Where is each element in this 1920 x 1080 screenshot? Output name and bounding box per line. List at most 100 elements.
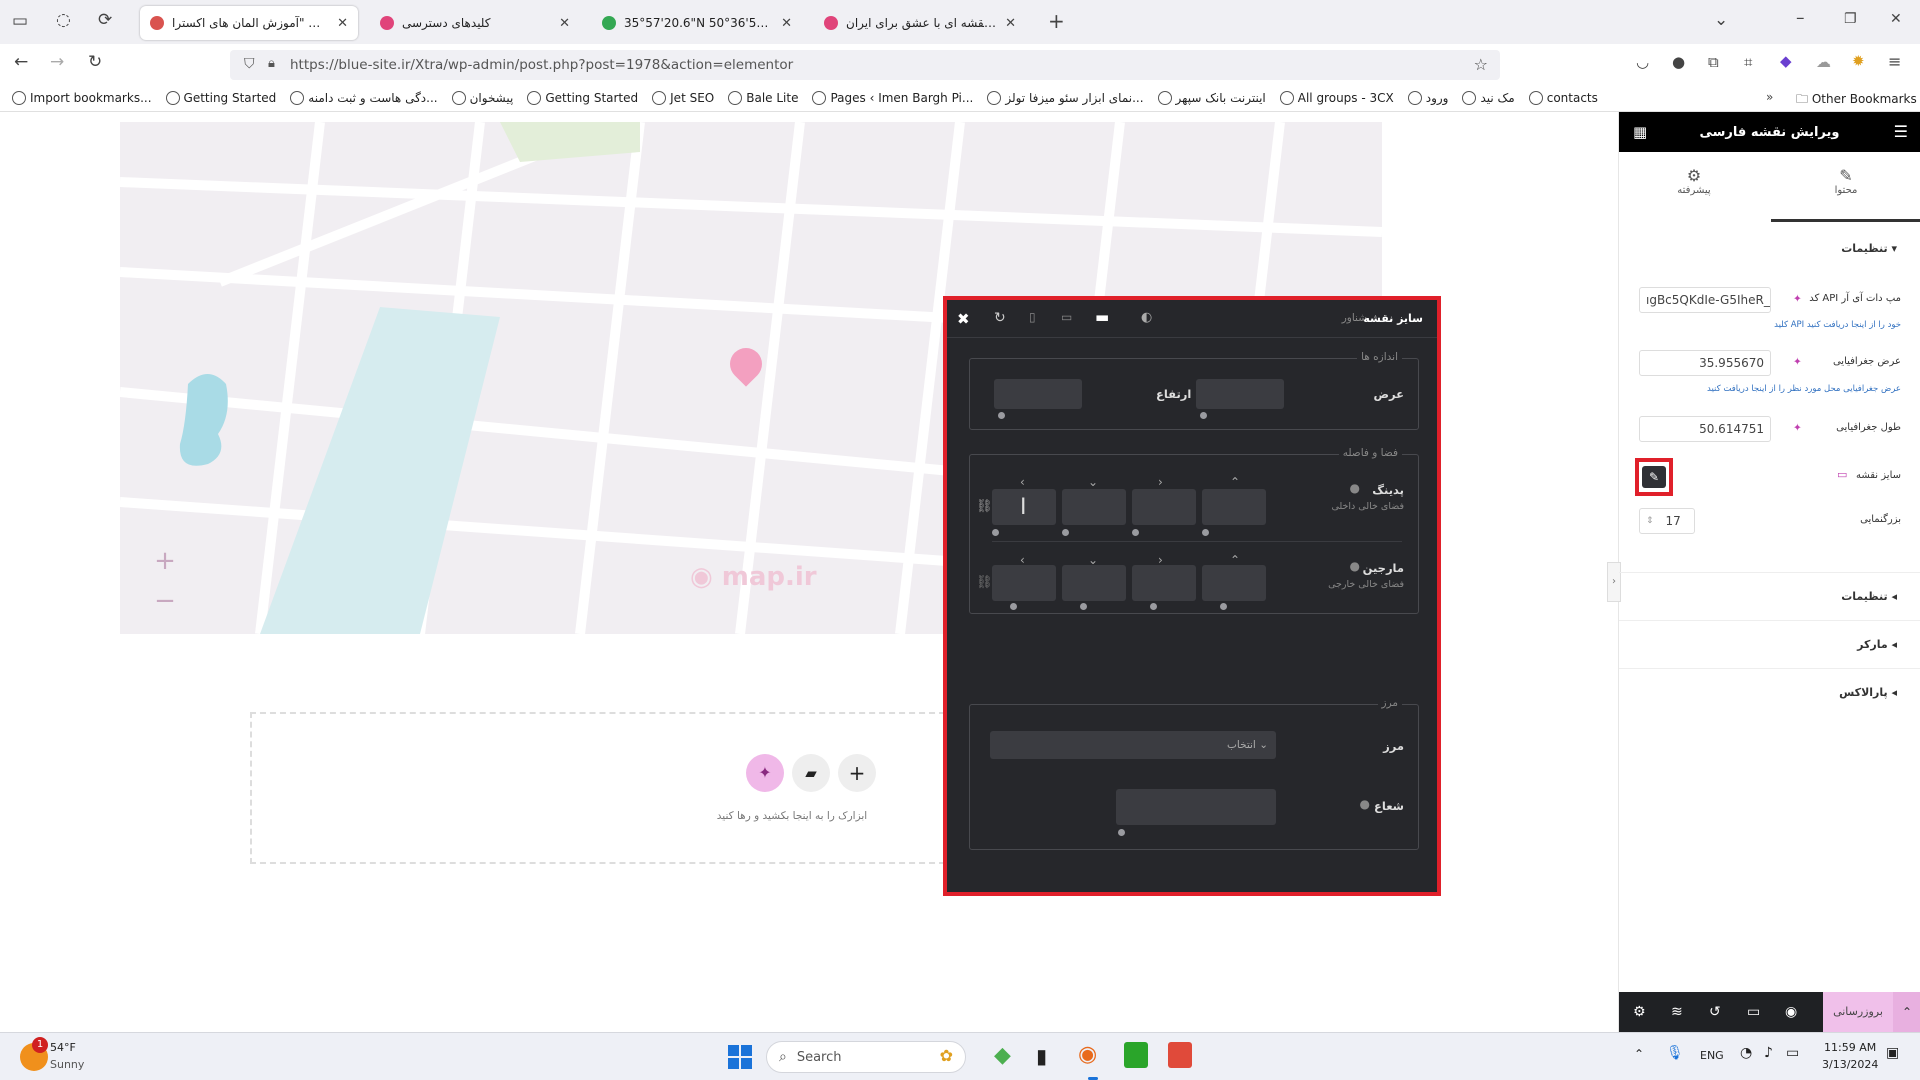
width-slider-handle[interactable]: [1200, 412, 1207, 419]
addon-badge-icon[interactable]: ◆: [1780, 54, 1792, 69]
camtasia-red-icon[interactable]: [1168, 1042, 1192, 1068]
help-icon[interactable]: ●: [1350, 559, 1360, 573]
mobile-icon[interactable]: ▯: [1029, 310, 1036, 324]
bookmark-item[interactable]: نمای ابزار سئو میزفا تولز...: [987, 90, 1144, 105]
margin-top-input[interactable]: [1202, 565, 1266, 601]
latitude-hint[interactable]: عرض جغرافیایی محل مورد نظر را از اینجا د…: [1619, 384, 1920, 394]
height-input[interactable]: [994, 379, 1082, 409]
address-bar[interactable]: ⛉ 🔒︎ https://blue-site.ir/Xtra/wp-admin/…: [230, 50, 1500, 80]
tab-editor[interactable]: ویرایش "آموزش المان های اکسترا – ... ✕: [140, 6, 358, 40]
width-input[interactable]: [1196, 379, 1284, 409]
close-window-button[interactable]: ✕: [1890, 12, 1902, 26]
notifications-icon[interactable]: ▣: [1886, 1045, 1899, 1061]
desktop-icon[interactable]: ▬: [1095, 308, 1109, 326]
help-icon[interactable]: ●: [1360, 797, 1370, 811]
show-hidden-icons-chevron-icon[interactable]: ⌃: [1634, 1047, 1644, 1061]
battery-icon[interactable]: ▭: [1786, 1045, 1799, 1061]
toggle-icon[interactable]: ◐: [1141, 310, 1152, 325]
tab-google-maps[interactable]: 35°57'20.6"N 50°36'53.2"E - Goo ✕: [592, 6, 802, 40]
tablet-icon[interactable]: ▭: [1061, 310, 1072, 324]
widget-dropzone[interactable]: ✦ ▰ + ابزارک را به اینجا بکشید و رها کنی…: [250, 712, 975, 864]
sync-icon[interactable]: ⟳: [98, 12, 112, 29]
bookmark-item[interactable]: Jet SEO: [652, 90, 714, 105]
addon-icon[interactable]: ✹: [1852, 54, 1865, 69]
api-key-input[interactable]: ıgBc5QKdIe-G5IheR_Q: [1639, 287, 1771, 313]
section-parallax[interactable]: پارالاکس ◂: [1619, 668, 1920, 716]
slider-handle[interactable]: [1220, 603, 1227, 610]
api-hint[interactable]: کلید API خود را از اینجا دریافت کنید: [1619, 320, 1920, 330]
microphone-icon[interactable]: 🎙︎: [1666, 1045, 1684, 1061]
zoom-in-button[interactable]: +: [150, 546, 180, 576]
bookmark-item[interactable]: Getting Started: [527, 90, 638, 105]
layers-icon[interactable]: ≋: [1671, 1004, 1683, 1020]
close-tab-icon[interactable]: ✕: [1005, 16, 1016, 31]
margin-left-input[interactable]: [992, 565, 1056, 601]
clock-date[interactable]: 3/13/2024: [1822, 1058, 1878, 1071]
menu-icon[interactable]: ≡: [1888, 54, 1901, 70]
extension-icon[interactable]: ◌: [56, 12, 71, 29]
tab-shortcuts[interactable]: کلیدهای دسترسی ✕: [370, 6, 580, 40]
tab-content[interactable]: ✎ محتوا: [1771, 160, 1920, 222]
taskbar-search[interactable]: ⌕ Search ✿: [766, 1041, 966, 1073]
dynamic-tags-icon[interactable]: ✦: [1793, 422, 1802, 434]
border-type-select[interactable]: انتخاب ⌄: [990, 731, 1276, 759]
padding-top-input[interactable]: [1202, 489, 1266, 525]
section-marker[interactable]: مارکر ◂: [1619, 620, 1920, 668]
bookmark-item[interactable]: contacts: [1528, 90, 1598, 105]
zoom-out-button[interactable]: −: [150, 586, 180, 616]
folder-button[interactable]: ▰: [792, 754, 830, 792]
dynamic-tags-icon[interactable]: ✦: [1793, 293, 1802, 305]
weather-icon[interactable]: 1: [20, 1037, 48, 1071]
widgets-grid-icon[interactable]: ▦: [1633, 123, 1647, 141]
responsive-icon[interactable]: ▭: [1747, 1004, 1760, 1020]
update-options-chevron-icon[interactable]: ⌃: [1893, 992, 1920, 1032]
slider-handle[interactable]: [1202, 529, 1209, 536]
account-icon[interactable]: ●: [1672, 55, 1685, 70]
tab-list-icon[interactable]: ▭: [12, 13, 28, 30]
margin-bottom-input[interactable]: [1062, 565, 1126, 601]
bookmark-star-icon[interactable]: ☆: [1474, 55, 1488, 74]
language-indicator[interactable]: ENG: [1700, 1049, 1724, 1062]
bookmark-item[interactable]: اینترنت بانک سپهر: [1157, 90, 1266, 105]
edit-popover-button[interactable]: ✎: [1642, 466, 1666, 488]
link-values-icon[interactable]: ⛓: [976, 499, 993, 514]
bookmark-item[interactable]: Pages ‹ Imen Bargh Pi...: [812, 90, 973, 105]
clock-time[interactable]: 11:59 AM: [1824, 1041, 1876, 1054]
pocket-icon[interactable]: ◡: [1636, 55, 1649, 70]
restore-button[interactable]: ❐: [1844, 12, 1857, 26]
section-settings[interactable]: تنظیمات ◂: [1619, 572, 1920, 620]
crop-icon[interactable]: ⌗: [1744, 55, 1752, 70]
link-values-icon[interactable]: ⛓: [976, 575, 993, 590]
tab-overflow-chevron-icon[interactable]: ⌄: [1714, 12, 1728, 29]
bookmarks-overflow-icon[interactable]: »: [1766, 90, 1773, 104]
close-tab-icon[interactable]: ✕: [559, 16, 570, 31]
padding-bottom-input[interactable]: [1062, 489, 1126, 525]
volume-icon[interactable]: ♪: [1764, 1045, 1773, 1061]
cloud-icon[interactable]: ☁: [1816, 55, 1831, 70]
preview-eye-icon[interactable]: ◉: [1785, 1004, 1797, 1020]
slider-handle[interactable]: [1062, 529, 1069, 536]
new-tab-button[interactable]: +: [1048, 11, 1065, 31]
reload-icon[interactable]: ↻: [88, 54, 102, 71]
radius-input[interactable]: [1116, 789, 1276, 825]
copilot-icon[interactable]: ◆: [994, 1043, 1011, 1068]
bookmark-item[interactable]: Getting Started: [165, 90, 276, 105]
tab-mapir[interactable]: مپ: نقشه ای با عشق برای ایران ✕: [814, 6, 1026, 40]
bookmark-item[interactable]: Bale Lite: [728, 90, 798, 105]
responsive-desktop-icon[interactable]: ▭: [1837, 468, 1847, 481]
bookmark-item[interactable]: Import bookmarks...: [12, 90, 152, 105]
firefox-icon[interactable]: ◉: [1078, 1042, 1097, 1067]
margin-right-input[interactable]: [1132, 565, 1196, 601]
bookmark-item[interactable]: مک نید: [1462, 90, 1515, 105]
bookmark-item[interactable]: پیشخوان: [451, 90, 513, 105]
update-button[interactable]: بروزرسانی: [1823, 992, 1893, 1032]
task-view-icon[interactable]: ▮: [1036, 1044, 1047, 1068]
close-tab-icon[interactable]: ✕: [781, 16, 792, 31]
start-windows-icon[interactable]: [728, 1045, 752, 1069]
history-icon[interactable]: ↺: [1709, 1004, 1721, 1020]
help-icon[interactable]: ●: [1350, 481, 1360, 495]
longitude-input[interactable]: 50.614751: [1639, 416, 1771, 442]
settings-icon[interactable]: ⚙: [1633, 1004, 1646, 1020]
camtasia-green-icon[interactable]: [1124, 1042, 1148, 1068]
slider-handle[interactable]: [1150, 603, 1157, 610]
